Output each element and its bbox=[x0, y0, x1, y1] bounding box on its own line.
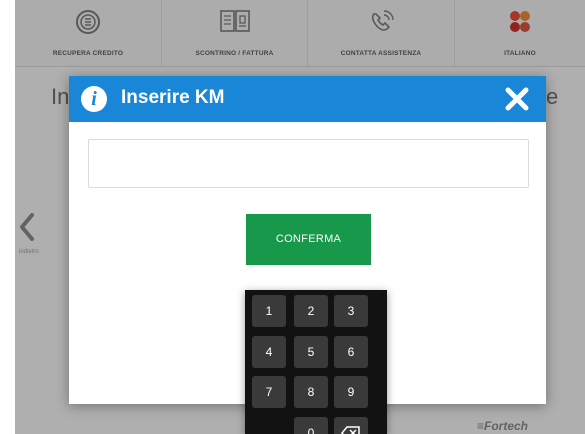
backspace-icon bbox=[341, 426, 360, 434]
key-2[interactable]: 2 bbox=[294, 295, 328, 327]
km-input[interactable] bbox=[88, 139, 529, 188]
key-4[interactable]: 4 bbox=[252, 336, 286, 368]
dialog-header: i Inserire KM bbox=[69, 76, 546, 122]
close-button[interactable] bbox=[504, 86, 530, 112]
key-9[interactable]: 9 bbox=[334, 376, 368, 408]
dialog-title: Inserire KM bbox=[121, 87, 225, 108]
key-1[interactable]: 1 bbox=[252, 295, 286, 327]
key-6[interactable]: 6 bbox=[334, 336, 368, 368]
key-8[interactable]: 8 bbox=[294, 376, 328, 408]
key-0[interactable]: 0 bbox=[294, 417, 328, 434]
key-5[interactable]: 5 bbox=[294, 336, 328, 368]
key-blank bbox=[252, 417, 286, 434]
backspace-key[interactable] bbox=[334, 417, 368, 434]
confirm-button[interactable]: CONFERMA bbox=[246, 214, 371, 265]
key-3[interactable]: 3 bbox=[334, 295, 368, 327]
key-7[interactable]: 7 bbox=[252, 376, 286, 408]
close-icon bbox=[505, 87, 529, 111]
app-screen: RECUPERA CREDITO SCONTRINO / FATTURA CON… bbox=[15, 0, 585, 434]
numeric-keypad: 1 2 3 4 5 6 7 8 9 0 bbox=[245, 290, 387, 434]
info-icon: i bbox=[81, 86, 107, 112]
